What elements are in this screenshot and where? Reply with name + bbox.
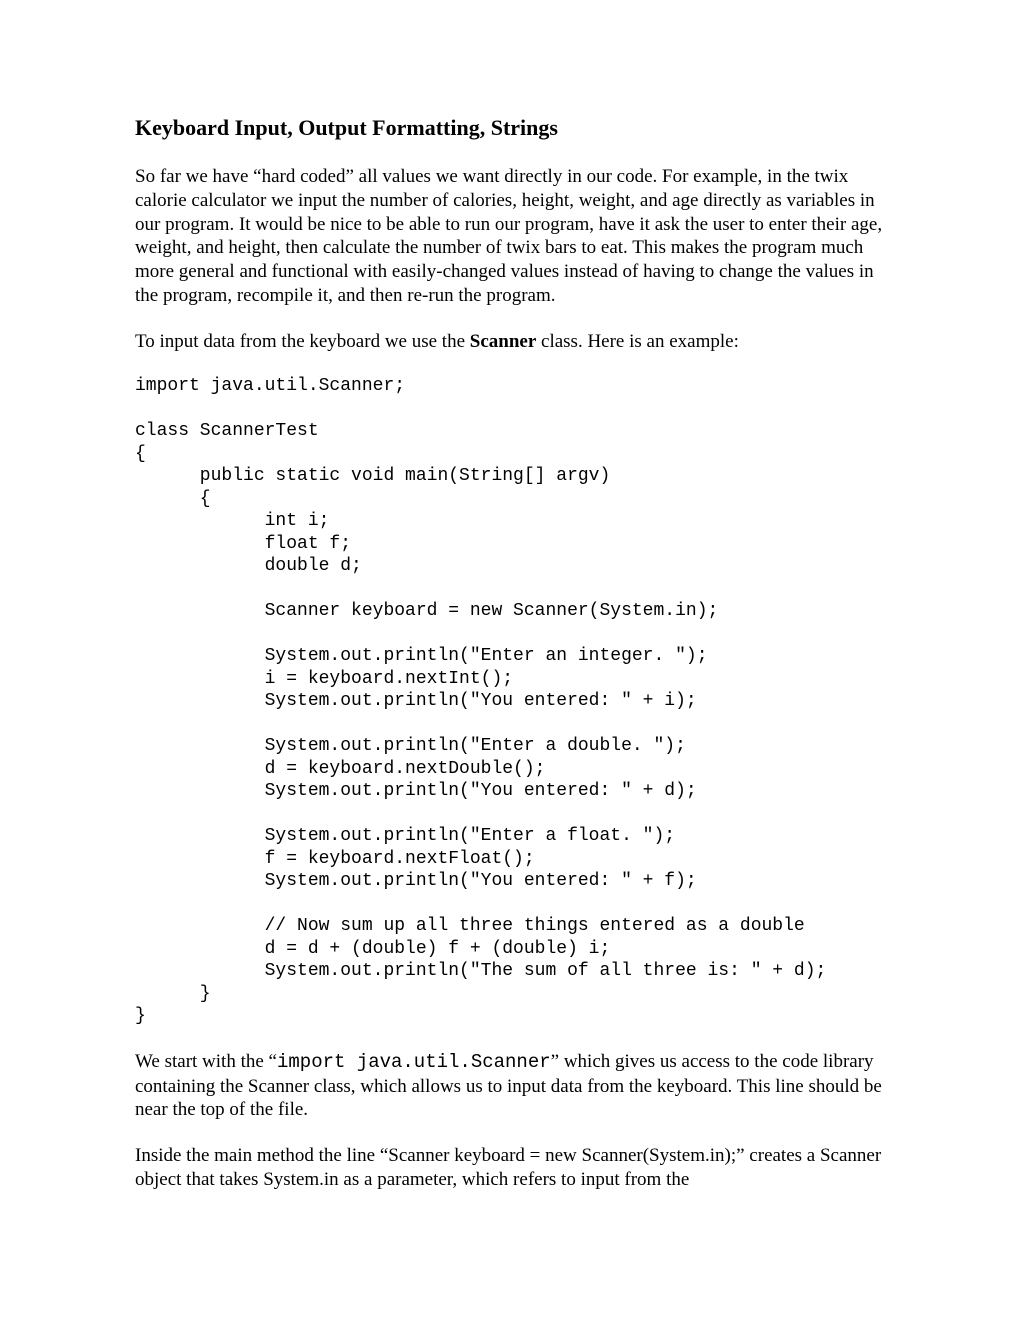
- code-block: import java.util.Scanner; class ScannerT…: [135, 375, 885, 1028]
- document-page: Keyboard Input, Output Formatting, Strin…: [0, 0, 1020, 1274]
- text-segment: To input data from the keyboard we use t…: [135, 331, 470, 352]
- text-segment: class. Here is an example:: [536, 331, 739, 352]
- import-mono: import java.util.Scanner: [277, 1051, 551, 1073]
- import-explanation-paragraph: We start with the “import java.util.Scan…: [135, 1050, 885, 1122]
- page-title: Keyboard Input, Output Formatting, Strin…: [135, 115, 885, 141]
- text-segment: We start with the “: [135, 1051, 277, 1072]
- scanner-bold: Scanner: [470, 331, 537, 352]
- scanner-intro-paragraph: To input data from the keyboard we use t…: [135, 330, 885, 354]
- intro-paragraph: So far we have “hard coded” all values w…: [135, 165, 885, 308]
- main-method-paragraph: Inside the main method the line “Scanner…: [135, 1144, 885, 1192]
